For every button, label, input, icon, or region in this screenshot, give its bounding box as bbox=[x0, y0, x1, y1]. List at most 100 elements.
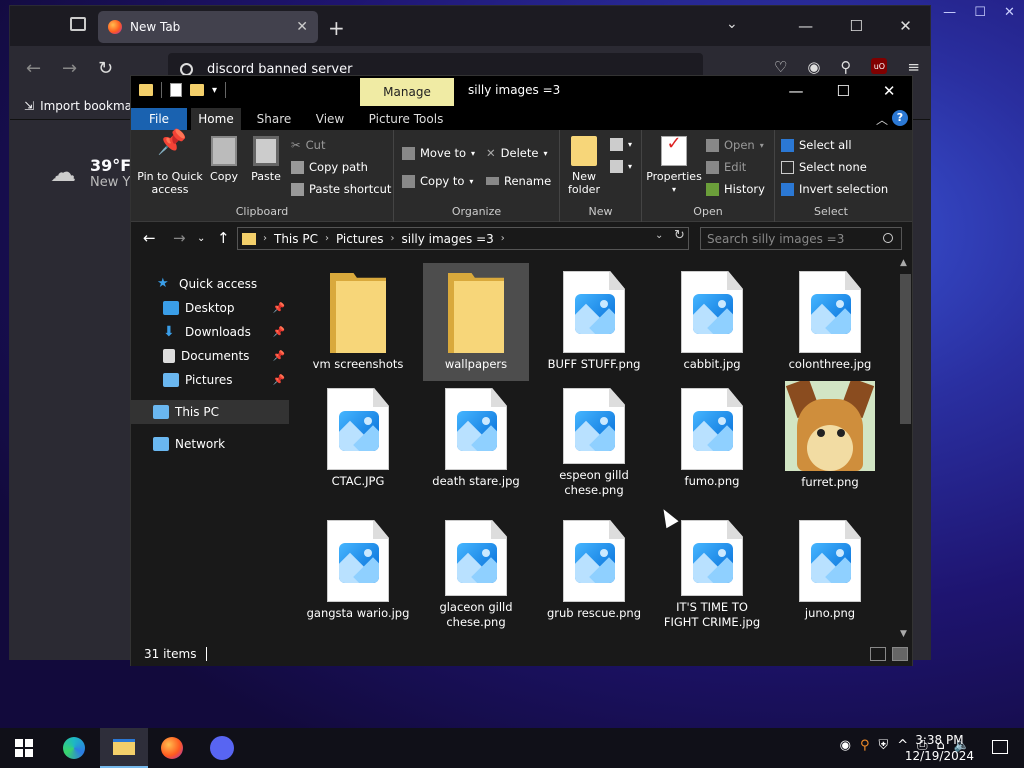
pin-icon[interactable]: 📌 bbox=[273, 303, 285, 314]
invert-selection-button[interactable]: Invert selection bbox=[781, 182, 888, 196]
minimize-icon[interactable]: — bbox=[943, 5, 956, 20]
file-item[interactable]: grub rescue.png bbox=[541, 512, 647, 630]
refresh-icon[interactable]: ↻ bbox=[674, 228, 685, 243]
pin-icon[interactable]: 📌 bbox=[273, 327, 285, 338]
file-item[interactable]: cabbit.jpg bbox=[659, 263, 765, 381]
taskbar-discord[interactable] bbox=[198, 728, 246, 768]
file-item[interactable]: colonthree.jpg bbox=[777, 263, 883, 381]
delete-button[interactable]: ✕ Delete ▾ bbox=[486, 146, 547, 160]
scrollbar-thumb[interactable] bbox=[900, 274, 911, 424]
copy-path-button[interactable]: Copy path bbox=[291, 160, 368, 174]
cut-button[interactable]: ✂ Cut bbox=[291, 138, 325, 152]
nav-pictures[interactable]: Pictures 📌 bbox=[131, 368, 289, 392]
breadcrumb-separator[interactable]: › bbox=[498, 233, 508, 244]
taskbar-firefox[interactable] bbox=[148, 728, 196, 768]
nav-network[interactable]: Network bbox=[131, 432, 289, 456]
recent-locations-icon[interactable]: ⌄ bbox=[197, 233, 205, 244]
file-item[interactable]: death stare.jpg bbox=[423, 380, 529, 498]
nav-this-pc[interactable]: This PC bbox=[131, 400, 289, 424]
address-bar[interactable]: › This PC › Pictures › silly images =3 › bbox=[237, 227, 689, 250]
copy-to-button[interactable]: Copy to ▾ bbox=[402, 174, 473, 188]
import-bookmarks-link[interactable]: Import bookmar bbox=[40, 99, 137, 113]
new-folder-button[interactable]: New folder bbox=[564, 136, 604, 196]
new-folder-qat-icon[interactable] bbox=[190, 84, 204, 96]
close-icon[interactable]: ✕ bbox=[883, 82, 896, 100]
minimize-icon[interactable]: — bbox=[798, 17, 813, 35]
breadcrumb-separator[interactable]: › bbox=[260, 233, 270, 244]
paste-shortcut-button[interactable]: Paste shortcut bbox=[291, 182, 391, 196]
forward-icon[interactable]: → bbox=[173, 229, 186, 247]
close-icon[interactable]: ✕ bbox=[1004, 5, 1015, 20]
weather-widget[interactable]: ☁ 39°F New Y bbox=[50, 156, 131, 190]
file-item[interactable]: glaceon gilld chese.png bbox=[423, 512, 529, 630]
ublock-icon[interactable]: uO bbox=[871, 58, 888, 74]
help-icon[interactable]: ? bbox=[892, 110, 908, 126]
new-tab-button[interactable]: + bbox=[328, 16, 345, 40]
file-item[interactable]: gangsta wario.jpg bbox=[305, 512, 411, 630]
extensions-icon[interactable]: ⚲ bbox=[840, 58, 851, 76]
maximize-icon[interactable]: ☐ bbox=[836, 82, 849, 100]
up-icon[interactable]: ↑ bbox=[217, 229, 230, 247]
pin-quick-access-button[interactable]: 📌 Pin to Quick access bbox=[137, 130, 203, 196]
easy-access-button[interactable]: ▾ bbox=[610, 160, 632, 173]
breadcrumb-separator[interactable]: › bbox=[387, 233, 397, 244]
account-icon[interactable]: ◉ bbox=[807, 58, 820, 76]
nav-downloads[interactable]: ⬇ Downloads 📌 bbox=[131, 320, 289, 344]
breadcrumb-current[interactable]: silly images =3 bbox=[401, 232, 493, 246]
tab-home[interactable]: Home bbox=[191, 108, 241, 130]
file-item[interactable]: CTAC.JPG bbox=[305, 380, 411, 498]
search-box[interactable]: Search silly images =3 bbox=[700, 227, 902, 250]
file-item[interactable]: fumo.png bbox=[659, 380, 765, 498]
rename-button[interactable]: Rename bbox=[486, 174, 551, 188]
forward-icon[interactable]: → bbox=[62, 58, 77, 79]
edit-button[interactable]: Edit bbox=[706, 160, 746, 174]
details-view-icon[interactable] bbox=[870, 647, 886, 661]
copy-button[interactable]: Copy bbox=[205, 136, 243, 183]
close-tab-icon[interactable]: ✕ bbox=[296, 19, 308, 35]
tab-picture-tools[interactable]: Picture Tools bbox=[361, 108, 451, 130]
collapse-ribbon-icon[interactable]: ︿ bbox=[876, 111, 888, 128]
address-dropdown-icon[interactable]: ⌄ bbox=[655, 230, 663, 241]
vertical-scrollbar[interactable]: ▲ ▼ bbox=[898, 258, 912, 639]
nav-documents[interactable]: Documents 📌 bbox=[131, 344, 289, 368]
properties-qat-icon[interactable] bbox=[170, 83, 182, 97]
reload-icon[interactable]: ↻ bbox=[98, 58, 113, 79]
menu-icon[interactable]: ≡ bbox=[907, 58, 920, 76]
pin-icon[interactable]: 📌 bbox=[273, 375, 285, 386]
large-icons-view-icon[interactable] bbox=[892, 647, 908, 661]
new-item-button[interactable]: ▾ bbox=[610, 138, 632, 151]
history-button[interactable]: History bbox=[706, 182, 765, 196]
file-item[interactable]: IT'S TIME TO FIGHT CRIME.jpg bbox=[659, 512, 765, 630]
scroll-down-icon[interactable]: ▼ bbox=[900, 629, 907, 639]
pin-icon[interactable]: 📌 bbox=[273, 351, 285, 362]
folder-item[interactable]: vm screenshots bbox=[305, 263, 411, 381]
nav-quick-access[interactable]: ★ Quick access bbox=[131, 272, 289, 296]
select-all-button[interactable]: Select all bbox=[781, 138, 852, 152]
properties-button[interactable]: ✓ Properties ▾ bbox=[646, 135, 702, 196]
file-item[interactable]: furret.png bbox=[777, 380, 883, 498]
clock[interactable]: 3:38 PM 12/19/2024 bbox=[905, 732, 974, 764]
start-button[interactable] bbox=[0, 728, 48, 768]
search-tray-icon[interactable]: ⚲ bbox=[860, 738, 870, 753]
paste-button[interactable]: Paste bbox=[247, 136, 285, 183]
firefox-view-icon[interactable] bbox=[70, 17, 86, 31]
defender-icon[interactable]: ⛨ bbox=[878, 738, 888, 753]
nav-desktop[interactable]: Desktop 📌 bbox=[131, 296, 289, 320]
file-item[interactable]: espeon gilld chese.png bbox=[541, 380, 647, 498]
breadcrumb-separator[interactable]: › bbox=[322, 233, 332, 244]
tab-file[interactable]: File bbox=[131, 108, 187, 130]
breadcrumb-this-pc[interactable]: This PC bbox=[274, 232, 318, 246]
tab-share[interactable]: Share bbox=[247, 108, 301, 130]
folder-item[interactable]: wallpapers bbox=[423, 263, 529, 381]
breadcrumb-pictures[interactable]: Pictures bbox=[336, 232, 384, 246]
discord-tray-icon[interactable]: ◉ bbox=[840, 738, 851, 753]
maximize-icon[interactable]: ☐ bbox=[974, 5, 986, 20]
open-button[interactable]: Open ▾ bbox=[706, 138, 764, 152]
scroll-up-icon[interactable]: ▲ bbox=[900, 258, 907, 268]
customize-qat-icon[interactable]: ▾ bbox=[212, 85, 217, 96]
taskbar-edge[interactable] bbox=[50, 728, 98, 768]
close-icon[interactable]: ✕ bbox=[899, 17, 912, 35]
maximize-icon[interactable]: ☐ bbox=[849, 17, 862, 35]
move-to-button[interactable]: Move to ▾ bbox=[402, 146, 475, 160]
back-icon[interactable]: ← bbox=[26, 58, 41, 79]
